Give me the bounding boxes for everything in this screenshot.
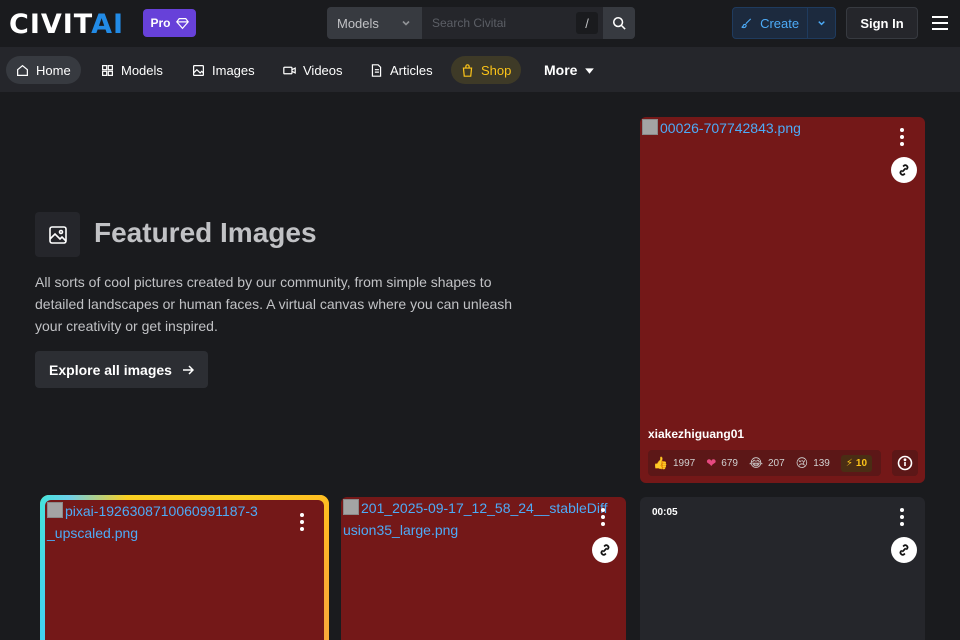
thumbs-up-icon: 👍 bbox=[653, 456, 668, 470]
arrow-right-icon bbox=[182, 364, 194, 375]
search-bar: Models / bbox=[327, 7, 635, 39]
card-menu-button[interactable] bbox=[593, 504, 613, 530]
laugh-reaction[interactable]: 😂 207 bbox=[749, 456, 785, 470]
card-menu-button[interactable] bbox=[892, 124, 912, 150]
nav-shop[interactable]: Shop bbox=[451, 56, 522, 84]
reactions-bar: 👍 1997 ❤ 679 😂 207 😢 139 ⚡ 10 bbox=[648, 450, 881, 476]
featured-images-title: Featured Images bbox=[94, 217, 317, 248]
remix-link-button[interactable] bbox=[891, 157, 917, 183]
caret-down-icon bbox=[585, 67, 595, 74]
heart-icon: ❤ bbox=[706, 456, 717, 470]
link-icon bbox=[899, 164, 909, 176]
buzz-tip-button[interactable]: ⚡ 10 bbox=[840, 454, 873, 472]
image-icon bbox=[48, 225, 67, 244]
author-name[interactable]: xiakezhiguang01 bbox=[648, 427, 744, 441]
nav-more[interactable]: More bbox=[534, 56, 606, 84]
hamburger-menu-button[interactable] bbox=[929, 13, 951, 33]
shopping-bag-icon bbox=[462, 63, 473, 77]
image-filename: 201_2025-09-17_12_58_24__stableDiffusion… bbox=[341, 497, 609, 541]
hamburger-icon bbox=[932, 16, 948, 30]
cry-icon: 😢 bbox=[795, 456, 809, 470]
article-icon bbox=[371, 63, 382, 77]
civitai-logo[interactable]: CIVITAI bbox=[9, 9, 124, 40]
search-shortcut-key: / bbox=[576, 12, 598, 34]
image-info-button[interactable] bbox=[892, 450, 918, 476]
video-duration: 00:05 bbox=[652, 507, 678, 518]
image-card[interactable]: 201_2025-09-17_12_58_24__stableDiffusion… bbox=[341, 497, 626, 640]
main-nav: Home Models Images Videos Articles Shop … bbox=[0, 48, 960, 92]
home-icon bbox=[17, 64, 28, 76]
video-card[interactable]: 00:05 bbox=[640, 497, 925, 640]
card-menu-button[interactable] bbox=[892, 504, 912, 530]
create-button[interactable]: Create bbox=[732, 7, 836, 39]
cry-reaction[interactable]: 😢 139 bbox=[796, 456, 830, 470]
nav-images[interactable]: Images bbox=[182, 56, 265, 84]
image-filename: 00026-707742843.png bbox=[640, 117, 801, 139]
nav-articles[interactable]: Articles bbox=[360, 56, 443, 84]
nav-videos[interactable]: Videos bbox=[273, 56, 353, 84]
nav-home[interactable]: Home bbox=[6, 56, 81, 84]
search-button[interactable] bbox=[603, 7, 635, 39]
chevron-down-icon bbox=[818, 21, 825, 26]
search-scope-select[interactable]: Models bbox=[327, 7, 422, 39]
laugh-icon: 😂 bbox=[748, 456, 763, 470]
explore-all-images-button[interactable]: Explore all images bbox=[35, 351, 208, 388]
grid-icon bbox=[102, 64, 113, 76]
top-header: CIVITAI Pro Models / Create Sign In bbox=[0, 0, 960, 48]
card-menu-button[interactable] bbox=[292, 509, 312, 535]
info-icon bbox=[897, 455, 913, 471]
featured-image-card[interactable]: 00026-707742843.png xiakezhiguang01 👍 199… bbox=[640, 117, 925, 483]
link-icon bbox=[600, 544, 610, 556]
image-filename: pixai-1926308710060991187-3_upscaled.png bbox=[45, 500, 265, 544]
nav-models[interactable]: Models bbox=[91, 56, 173, 84]
featured-images-icon-box bbox=[35, 212, 80, 257]
pro-badge[interactable]: Pro bbox=[143, 9, 196, 37]
like-reaction[interactable]: 👍 1997 bbox=[653, 456, 695, 470]
link-icon bbox=[899, 544, 909, 556]
highlighted-image-card[interactable]: pixai-1926308710060991187-3_upscaled.png bbox=[45, 500, 324, 640]
search-icon bbox=[612, 16, 626, 30]
diamond-icon bbox=[175, 17, 189, 29]
video-icon bbox=[283, 66, 296, 74]
remix-link-button[interactable] bbox=[592, 537, 618, 563]
remix-link-button[interactable] bbox=[891, 537, 917, 563]
featured-images-description: All sorts of cool pictures created by ou… bbox=[35, 274, 513, 334]
image-icon bbox=[193, 64, 204, 76]
sign-in-button[interactable]: Sign In bbox=[846, 7, 918, 39]
brush-icon bbox=[741, 18, 752, 29]
chevron-down-icon bbox=[402, 20, 410, 26]
heart-reaction[interactable]: ❤ 679 bbox=[706, 456, 738, 470]
lightning-icon: ⚡ bbox=[845, 457, 853, 469]
